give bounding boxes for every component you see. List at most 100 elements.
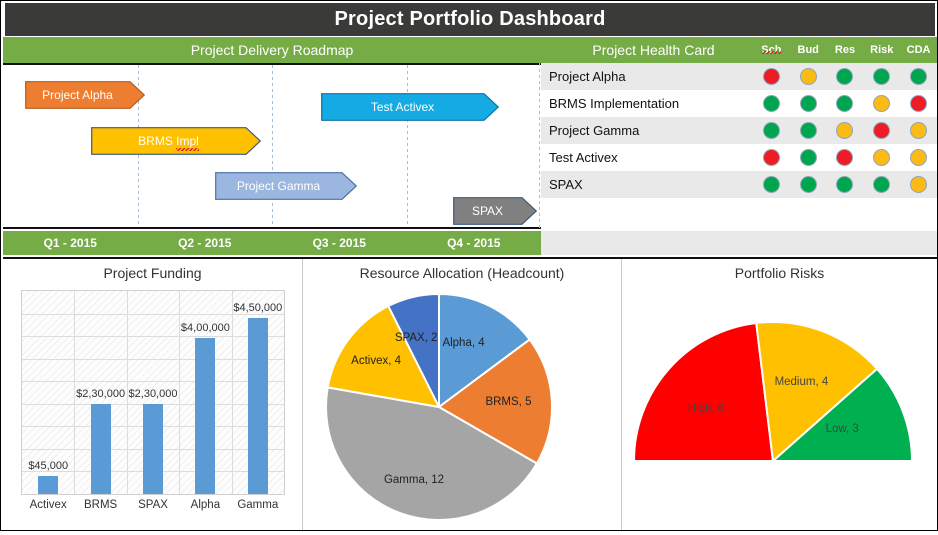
bar-value-label: $2,30,000 — [128, 388, 178, 400]
status-badge-green — [799, 122, 817, 139]
status-cell-cda[interactable] — [900, 95, 937, 112]
status-badge-amber — [910, 176, 928, 193]
gauge-slice-high — [632, 321, 775, 462]
status-badge-red — [910, 95, 928, 112]
status-cell-bud[interactable] — [790, 68, 827, 85]
status-cell-bud[interactable] — [790, 176, 827, 193]
bar-gamma[interactable] — [247, 318, 268, 494]
status-cell-sch[interactable] — [753, 68, 790, 85]
table-row[interactable]: Project Alpha — [541, 63, 937, 90]
health-row-project-name: BRMS Implementation — [549, 96, 680, 111]
pie-slice-label: SPAX, 2 — [394, 331, 438, 344]
status-cell-sch[interactable] — [753, 149, 790, 166]
bar-category-label: BRMS — [83, 499, 118, 511]
health-row-statuses — [753, 63, 937, 90]
bar-category-label: Gamma — [237, 499, 279, 511]
healthcard-bottom-strip — [541, 231, 937, 255]
roadmap-section-header: Project Delivery Roadmap — [3, 37, 541, 63]
spellcheck-underline: Impl — [176, 134, 199, 148]
health-column-header-bud: Bud — [797, 44, 819, 56]
quarter-divider-2 — [272, 65, 273, 227]
pie-svg — [325, 292, 553, 521]
gantt-bar-brms-impl[interactable]: BRMS Impl — [91, 127, 261, 155]
health-row-project-name: SPAX — [549, 177, 583, 192]
status-cell-res[interactable] — [827, 95, 864, 112]
status-cell-bud[interactable] — [790, 95, 827, 112]
project-delivery-roadmap: Project Alpha BRMS Impl Test Activex Projec… — [3, 63, 541, 229]
healthcard-section-header: Project Health Card Sch Bud Res Risk CDA — [541, 37, 937, 63]
health-row-statuses — [753, 117, 937, 144]
bar-value-label: $45,000 — [28, 460, 69, 472]
gantt-bar-label: Project Gamma — [236, 179, 321, 193]
status-cell-res[interactable] — [827, 68, 864, 85]
gantt-bar-spax[interactable]: SPAX — [453, 197, 537, 225]
project-health-card-table: Project Alpha BRMS Implementation Project … — [541, 63, 937, 233]
status-cell-bud[interactable] — [790, 122, 827, 139]
pie-slice-label: Alpha, 4 — [442, 337, 485, 350]
status-badge-amber — [836, 122, 854, 139]
health-row-statuses — [753, 90, 937, 117]
bar-category-label: Activex — [29, 499, 67, 511]
roadmap-title: Project Delivery Roadmap — [190, 42, 354, 58]
status-cell-cda[interactable] — [900, 68, 937, 85]
status-badge-red — [762, 149, 780, 166]
status-cell-cda[interactable] — [900, 149, 937, 166]
gridline-horizontal — [22, 336, 284, 337]
status-cell-risk[interactable] — [863, 122, 900, 139]
status-cell-cda[interactable] — [900, 122, 937, 139]
healthcard-column-headers: Sch Bud Res Risk CDA — [753, 37, 937, 63]
project-funding-panel: Project Funding $45,000 $2,30,000 $2,30,00… — [3, 259, 303, 530]
dashboard-title-bar: Project Portfolio Dashboard — [5, 3, 935, 36]
charts-row: Project Funding $45,000 $2,30,000 $2,30,00… — [3, 257, 937, 530]
table-row[interactable]: BRMS Implementation — [541, 90, 937, 117]
status-cell-bud[interactable] — [790, 149, 827, 166]
status-cell-sch[interactable] — [753, 95, 790, 112]
health-row-statuses — [753, 144, 937, 171]
resource-allocation-pie: Alpha, 4 BRMS, 5 Gamma, 12 Activex, 4 SPAX, … — [303, 259, 621, 530]
status-cell-sch[interactable] — [753, 122, 790, 139]
status-cell-risk[interactable] — [863, 68, 900, 85]
bar-activex[interactable] — [38, 476, 59, 494]
status-badge-green — [799, 149, 817, 166]
gantt-bar-label: SPAX — [471, 204, 504, 218]
health-column-header-res: Res — [834, 44, 856, 56]
health-column-header-sch: Sch — [753, 44, 790, 56]
status-badge-green — [873, 68, 891, 85]
status-badge-amber — [873, 149, 891, 166]
status-badge-green — [762, 176, 780, 193]
bar-spax[interactable] — [143, 404, 163, 494]
section-header-band: Project Delivery Roadmap Project Health … — [3, 37, 937, 63]
status-cell-risk[interactable] — [863, 95, 900, 112]
pie-slice-label: Activex, 4 — [351, 355, 402, 368]
bar-category-label: SPAX — [138, 499, 168, 511]
status-cell-res[interactable] — [827, 122, 864, 139]
status-cell-cda[interactable] — [900, 176, 937, 193]
status-cell-res[interactable] — [827, 176, 864, 193]
status-badge-red — [762, 68, 780, 85]
status-badge-green — [836, 68, 854, 85]
status-badge-red — [836, 149, 854, 166]
status-badge-green — [799, 176, 817, 193]
status-cell-res[interactable] — [827, 149, 864, 166]
status-cell-sch[interactable] — [753, 176, 790, 193]
status-cell-risk[interactable] — [863, 176, 900, 193]
status-badge-green — [836, 95, 854, 112]
health-row-project-name: Project Gamma — [549, 123, 640, 138]
gantt-bar-test-activex[interactable]: Test Activex — [321, 93, 499, 121]
status-badge-amber — [910, 122, 928, 139]
table-row[interactable]: Test Activex — [541, 144, 937, 171]
status-badge-green — [762, 122, 780, 139]
status-badge-green — [836, 176, 854, 193]
table-row[interactable]: Project Gamma — [541, 117, 937, 144]
portfolio-risks-gauge: High, 6 Medium, 4 Low, 3 — [622, 259, 937, 530]
roadmap-quarter-axis: Q1 - 2015 Q2 - 2015 Q3 - 2015 Q4 - 2015 — [3, 231, 541, 255]
quarter-divider-3 — [406, 65, 408, 227]
gantt-bar-project-gamma[interactable]: Project Gamma — [215, 172, 357, 200]
bar-brms[interactable] — [90, 404, 111, 494]
status-cell-risk[interactable] — [863, 149, 900, 166]
table-row[interactable]: SPAX — [541, 171, 937, 198]
health-column-header-cda: CDA — [906, 44, 931, 56]
gantt-bar-project-alpha[interactable]: Project Alpha — [25, 81, 145, 109]
status-badge-amber — [910, 149, 928, 166]
bar-alpha[interactable] — [195, 338, 216, 494]
